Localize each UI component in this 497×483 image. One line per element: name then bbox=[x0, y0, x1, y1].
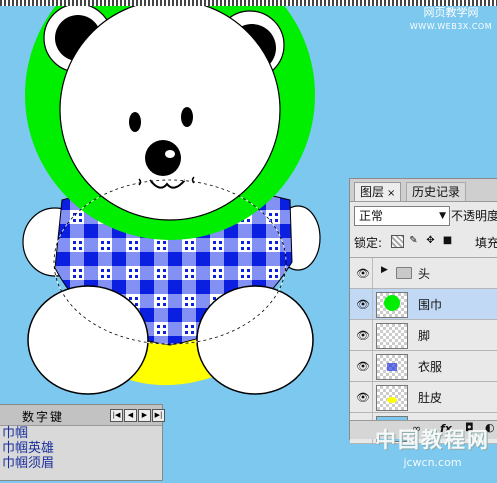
layer-thumbnail bbox=[376, 354, 408, 380]
watermark-top-title: 网页教学网 bbox=[423, 6, 479, 19]
tab-layers[interactable]: 图层 × bbox=[354, 182, 402, 201]
layer-row-feet[interactable]: 👁 脚 bbox=[350, 320, 497, 351]
digit-key-panel: 数字键 |◀ ◀ ▶ ▶| 巾帼 巾帼英雄 巾帼须眉 bbox=[0, 404, 165, 481]
watermark-bottom-url: jcwcn.com bbox=[403, 456, 462, 469]
digit-key-candidates: 巾帼 巾帼英雄 巾帼须眉 bbox=[0, 426, 162, 480]
digit-key-panel-title-bar: 数字键 |◀ ◀ ▶ ▶| bbox=[0, 405, 165, 426]
watermark-top: 网页教学网 WWW.WEB3X.COM bbox=[405, 6, 497, 36]
bear-left-leg bbox=[27, 285, 149, 395]
eye-icon[interactable]: 👁 bbox=[354, 289, 373, 319]
eye-icon[interactable]: 👁 bbox=[354, 382, 373, 412]
watermark-bottom: 中国教程网 jcwcn.com bbox=[370, 424, 495, 479]
first-page-icon[interactable]: |◀ bbox=[110, 409, 123, 422]
layer-name: 围巾 bbox=[418, 298, 443, 312]
bear-left-eye bbox=[129, 112, 141, 132]
layers-panel: 图层× 历史记录 正常 ▼ 不透明度 锁定: ✎ ✥ ■ 填充 👁 ▶ 头 👁 bbox=[349, 178, 497, 444]
layer-row-clothes[interactable]: 👁 衣服 bbox=[350, 351, 497, 382]
tab-history[interactable]: 历史记录 bbox=[406, 182, 467, 201]
candidate-item[interactable]: 巾帼须眉 bbox=[2, 456, 162, 471]
lock-icon[interactable]: ■ bbox=[442, 235, 453, 246]
last-page-icon[interactable]: ▶| bbox=[152, 409, 165, 422]
next-page-icon[interactable]: ▶ bbox=[138, 409, 151, 422]
chevron-down-icon: ▼ bbox=[439, 211, 446, 221]
lock-label: 锁定: bbox=[354, 236, 383, 250]
layer-thumbnail bbox=[376, 323, 408, 349]
tab-layers-label: 图层 bbox=[360, 185, 385, 199]
fill-label: 填充 bbox=[475, 236, 497, 250]
layer-name: 头 bbox=[418, 267, 431, 281]
move-icon[interactable]: ✥ bbox=[425, 235, 436, 246]
layer-row-head-group[interactable]: 👁 ▶ 头 bbox=[350, 258, 497, 289]
digit-key-panel-title: 数字键 bbox=[22, 410, 65, 424]
eye-icon[interactable]: 👁 bbox=[354, 258, 373, 288]
layer-list: 👁 ▶ 头 👁 围巾 👁 脚 👁 衣服 👁 肚皮 bbox=[350, 257, 497, 444]
folder-icon bbox=[396, 267, 412, 279]
layer-name: 衣服 bbox=[418, 360, 443, 374]
bear-right-eye bbox=[181, 107, 193, 127]
layer-name: 肚皮 bbox=[418, 391, 443, 405]
watermark-bottom-title: 中国教程网 bbox=[375, 428, 490, 452]
bear-right-leg bbox=[196, 285, 314, 395]
blend-row: 正常 ▼ 不透明度 bbox=[354, 206, 497, 226]
prev-page-icon[interactable]: ◀ bbox=[124, 409, 137, 422]
bear-nose-highlight bbox=[165, 150, 175, 158]
brush-icon[interactable]: ✎ bbox=[408, 235, 419, 246]
candidate-item[interactable]: 巾帼 bbox=[2, 426, 162, 441]
blend-mode-value: 正常 bbox=[359, 209, 384, 223]
blend-mode-select[interactable]: 正常 ▼ bbox=[354, 206, 450, 226]
layer-row-belly[interactable]: 👁 肚皮 bbox=[350, 382, 497, 413]
eye-icon[interactable]: 👁 bbox=[354, 320, 373, 350]
digit-key-nav: |◀ ◀ ▶ ▶| bbox=[110, 409, 165, 422]
eye-icon[interactable]: 👁 bbox=[354, 351, 373, 381]
lock-row: 锁定: ✎ ✥ ■ 填充 bbox=[354, 234, 497, 252]
opacity-label: 不透明度 bbox=[451, 209, 497, 223]
bear-nose bbox=[145, 140, 181, 176]
layer-name: 脚 bbox=[418, 329, 431, 343]
layer-thumbnail bbox=[376, 292, 408, 318]
tab-history-label: 历史记录 bbox=[412, 185, 461, 199]
expand-arrow-icon[interactable]: ▶ bbox=[381, 265, 388, 275]
panel-tabs: 图层 × 历史记录 bbox=[350, 179, 497, 202]
lock-transparent-icon[interactable] bbox=[391, 235, 404, 248]
layer-thumbnail bbox=[376, 385, 408, 411]
close-icon[interactable]: × bbox=[387, 188, 395, 199]
candidate-item[interactable]: 巾帼英雄 bbox=[2, 441, 162, 456]
watermark-top-url: WWW.WEB3X.COM bbox=[409, 22, 493, 31]
layer-row-scarf[interactable]: 👁 围巾 bbox=[350, 289, 497, 320]
